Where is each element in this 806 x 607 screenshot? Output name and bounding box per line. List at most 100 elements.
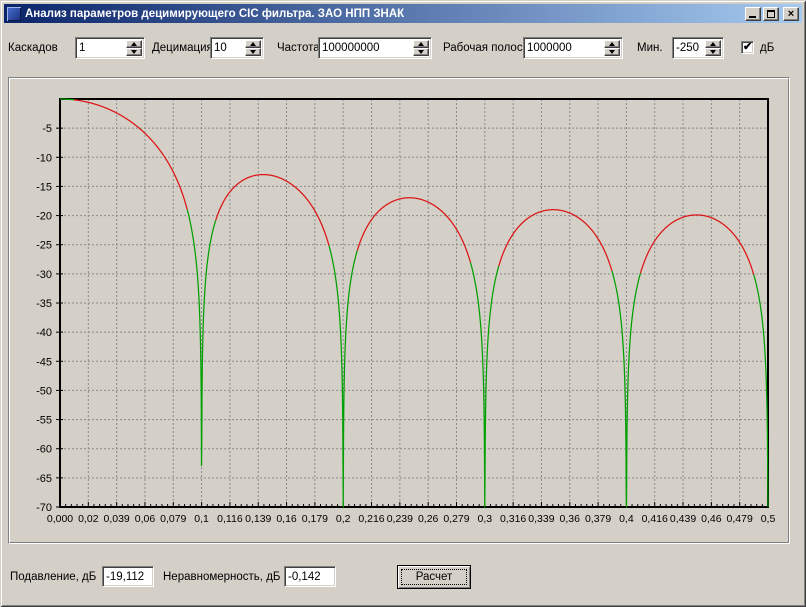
x-tick-label: 0,02 <box>78 513 99 525</box>
y-tick-label: -30 <box>36 269 52 281</box>
window-controls: × <box>745 7 799 21</box>
x-tick-label: 0,139 <box>245 513 271 525</box>
min-spin-up-button[interactable] <box>705 40 721 48</box>
min-input[interactable] <box>675 40 705 56</box>
cascades-field <box>75 37 145 59</box>
maximize-button[interactable] <box>763 7 779 21</box>
db-checkbox-label: дБ <box>760 42 774 54</box>
cascades-spinner <box>126 40 142 56</box>
response-curve-segment <box>499 210 612 271</box>
bandwidth-input[interactable] <box>526 40 604 56</box>
minimize-icon <box>749 16 756 18</box>
x-tick-label: 0,479 <box>727 513 753 525</box>
y-tick-label: -20 <box>36 211 52 223</box>
spin-up-icon <box>131 42 137 46</box>
y-tick-label: -15 <box>36 181 52 193</box>
frequency-input[interactable] <box>321 40 413 56</box>
x-tick-label: 0,16 <box>276 513 297 525</box>
title-bar[interactable]: Анализ параметров децимирующего CIC филь… <box>4 4 802 23</box>
x-tick-label: 0,079 <box>160 513 186 525</box>
chart-panel: 0,0000,020,0390,060,0790,10,1160,1390,16… <box>8 77 790 544</box>
chart-panel-frame: 0,0000,020,0390,060,0790,10,1160,1390,16… <box>9 78 789 543</box>
y-tick-label: -25 <box>36 240 52 252</box>
y-tick-label: -10 <box>36 152 52 164</box>
min-label: Мин. <box>637 42 663 54</box>
bandwidth-spin-down-button[interactable] <box>604 48 620 56</box>
bandwidth-spinner <box>604 40 620 56</box>
response-curve-segment <box>216 175 329 246</box>
bandwidth-label: Рабочая полоса <box>443 42 529 54</box>
y-tick-label: -5 <box>42 123 52 135</box>
maximize-icon <box>767 10 775 18</box>
y-tick-label: -55 <box>36 415 52 427</box>
y-tick-label: -60 <box>36 444 52 456</box>
y-tick-label: -65 <box>36 473 52 485</box>
x-tick-label: 0,279 <box>443 513 469 525</box>
db-checkbox[interactable]: ✔ <box>741 41 754 54</box>
spin-down-icon <box>131 50 137 54</box>
x-tick-label: 0,379 <box>585 513 611 525</box>
y-tick-label: -45 <box>36 356 52 368</box>
cascades-spin-down-button[interactable] <box>126 48 142 56</box>
x-tick-label: 0,239 <box>387 513 413 525</box>
x-tick-label: 0,5 <box>761 513 776 525</box>
x-tick-label: 0,039 <box>103 513 129 525</box>
x-tick-label: 0,06 <box>135 513 156 525</box>
decimation-label: Децимация <box>152 42 213 54</box>
x-tick-label: 0,116 <box>217 513 243 525</box>
x-tick-label: 0,416 <box>642 513 668 525</box>
x-tick-label: 0,46 <box>701 513 722 525</box>
y-tick-label: -40 <box>36 327 52 339</box>
spin-down-icon <box>710 50 716 54</box>
spin-up-icon <box>710 42 716 46</box>
cascades-input[interactable] <box>78 40 126 56</box>
spin-up-icon <box>250 42 256 46</box>
x-tick-label: 0,179 <box>302 513 328 525</box>
x-tick-label: 0,216 <box>358 513 384 525</box>
suppression-label: Подавление, дБ <box>10 571 96 583</box>
x-tick-label: 0,339 <box>528 513 554 525</box>
min-field <box>672 37 724 59</box>
suppression-value-input[interactable] <box>105 569 151 584</box>
decimation-spin-down-button[interactable] <box>245 48 261 56</box>
calculate-button[interactable]: Расчет <box>397 565 471 589</box>
spin-down-icon <box>418 50 424 54</box>
close-button[interactable]: × <box>783 7 799 21</box>
response-curve-segment <box>357 198 470 263</box>
bandwidth-field <box>523 37 623 59</box>
frequency-field <box>318 37 432 59</box>
ripple-field <box>284 566 336 587</box>
cascades-label: Каскадов <box>8 42 58 54</box>
ripple-value-input[interactable] <box>287 569 333 584</box>
cascades-spin-up-button[interactable] <box>126 40 142 48</box>
window-title: Анализ параметров децимирующего CIC филь… <box>25 5 745 23</box>
frequency-spin-down-button[interactable] <box>413 48 429 56</box>
frequency-spin-up-button[interactable] <box>413 40 429 48</box>
calculate-button-label: Расчет <box>416 571 453 583</box>
x-tick-label: 0,439 <box>670 513 696 525</box>
x-tick-label: 0,1 <box>194 513 209 525</box>
plot-area: 0,0000,020,0390,060,0790,10,1160,1390,16… <box>36 99 775 525</box>
x-tick-label: 0,4 <box>619 513 634 525</box>
min-spin-down-button[interactable] <box>705 48 721 56</box>
decimation-field <box>210 37 264 59</box>
frequency-label: Частота <box>277 42 320 54</box>
y-tick-label: -50 <box>36 385 52 397</box>
decimation-spin-up-button[interactable] <box>245 40 261 48</box>
y-tick-label: -35 <box>36 298 52 310</box>
ripple-label: Неравномерность, дБ <box>163 571 280 583</box>
x-tick-label: 0,316 <box>500 513 526 525</box>
chart: 0,0000,020,0390,060,0790,10,1160,1390,16… <box>10 79 788 542</box>
check-icon: ✔ <box>743 40 752 53</box>
y-tick-label: -70 <box>36 502 52 514</box>
spin-down-icon <box>250 50 256 54</box>
response-curve-segment <box>612 271 641 507</box>
bandwidth-spin-up-button[interactable] <box>604 40 620 48</box>
x-tick-label: 0,3 <box>477 513 492 525</box>
decimation-input[interactable] <box>213 40 245 56</box>
minimize-button[interactable] <box>745 7 761 21</box>
x-tick-label: 0,2 <box>336 513 351 525</box>
x-tick-label: 0,36 <box>560 513 581 525</box>
spin-down-icon <box>609 50 615 54</box>
spin-up-icon <box>609 42 615 46</box>
